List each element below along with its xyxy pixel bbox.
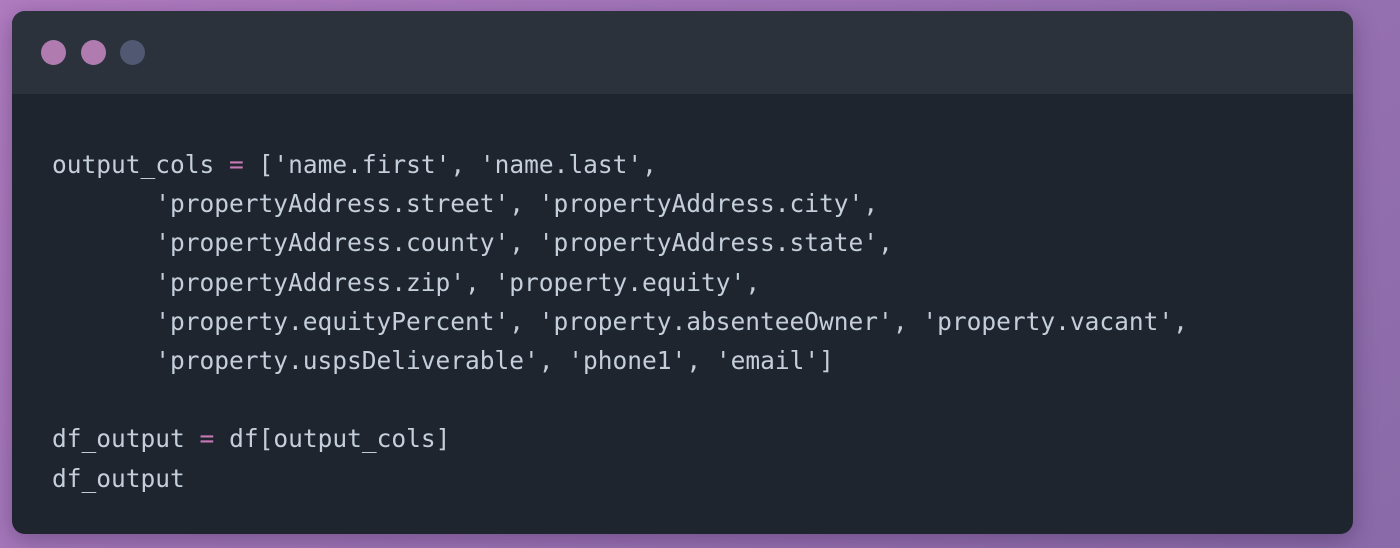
code-token: , bbox=[538, 345, 569, 375]
code-token: df_output bbox=[52, 463, 185, 493]
code-line: 'property.uspsDeliverable', 'phone1', 'e… bbox=[52, 341, 1188, 380]
code-token: output_cols bbox=[52, 150, 215, 179]
code-token: , bbox=[509, 189, 539, 219]
code-token: 'property.equityPercent' bbox=[155, 306, 510, 336]
maximize-button[interactable] bbox=[120, 40, 145, 65]
code-token: df_output bbox=[52, 424, 185, 454]
code-line: 'property.equityPercent', 'property.abse… bbox=[52, 302, 1188, 341]
code-line: df_output bbox=[52, 459, 1188, 498]
code-token: , bbox=[686, 345, 716, 375]
code-token: , bbox=[509, 228, 539, 258]
code-token: , bbox=[642, 150, 657, 179]
code-line: df_output = df[output_cols] bbox=[52, 419, 1188, 458]
code-token: 'property.vacant' bbox=[922, 306, 1174, 336]
code-token: df[output_cols] bbox=[229, 424, 451, 454]
code-token: , bbox=[878, 228, 893, 258]
code-token: 'propertyAddress.street' bbox=[155, 189, 510, 219]
code-line: 'propertyAddress.zip', 'property.equity'… bbox=[52, 263, 1188, 302]
code-token: 'property.equity' bbox=[494, 267, 746, 297]
code-token: , bbox=[450, 150, 480, 179]
code-token: , bbox=[892, 306, 923, 336]
code-token: 'property.uspsDeliverable' bbox=[155, 345, 539, 375]
code-token: 'property.absenteeOwner' bbox=[538, 306, 893, 336]
code-token: , bbox=[1173, 306, 1188, 336]
code-token: 'name.first' bbox=[273, 150, 451, 179]
code-token: 'propertyAddress.city' bbox=[538, 189, 864, 219]
code-token: 'email' bbox=[715, 345, 820, 375]
code-token: ] bbox=[819, 345, 834, 375]
code-line: 'propertyAddress.county', 'propertyAddre… bbox=[52, 223, 1188, 262]
code-token: , bbox=[465, 267, 495, 297]
code-block: output_cols = ['name.first', 'name.last'… bbox=[52, 145, 1188, 498]
code-line: output_cols = ['name.first', 'name.last'… bbox=[52, 145, 1188, 184]
minimize-button[interactable] bbox=[81, 40, 106, 65]
code-token: = bbox=[199, 424, 215, 454]
code-token: 'propertyAddress.zip' bbox=[155, 267, 466, 297]
code-token: 'name.last' bbox=[479, 150, 643, 179]
window-titlebar bbox=[12, 11, 1353, 94]
code-token: = bbox=[229, 150, 244, 179]
close-button[interactable] bbox=[41, 40, 66, 65]
code-window: output_cols = ['name.first', 'name.last'… bbox=[12, 11, 1353, 534]
code-token: 'propertyAddress.state' bbox=[538, 228, 879, 258]
code-token: , bbox=[745, 267, 761, 297]
code-token: 'propertyAddress.county' bbox=[155, 228, 510, 258]
code-token: , bbox=[509, 306, 539, 336]
code-token: [ bbox=[243, 150, 274, 179]
code-line: 'propertyAddress.street', 'propertyAddre… bbox=[52, 184, 1188, 223]
code-token: , bbox=[863, 189, 879, 219]
code-token: 'phone1' bbox=[568, 345, 687, 375]
